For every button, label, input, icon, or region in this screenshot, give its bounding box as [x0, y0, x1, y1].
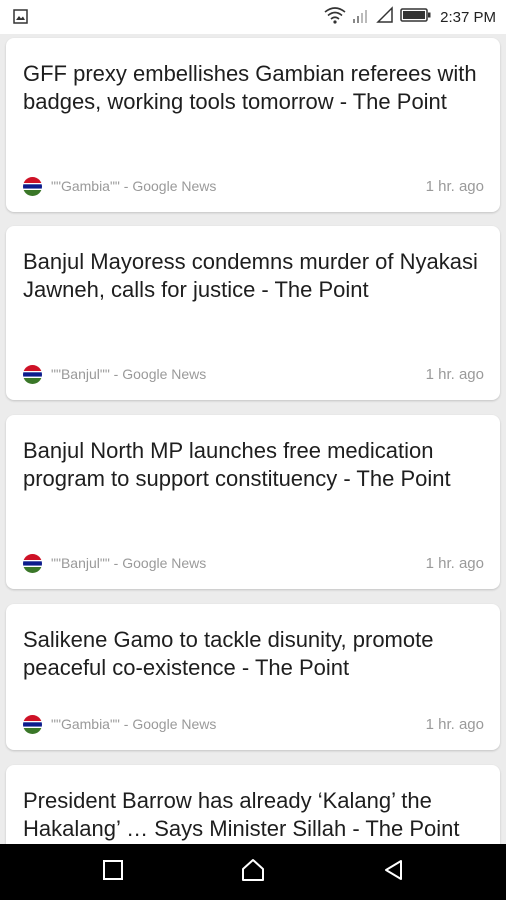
navigation-bar [0, 844, 506, 900]
recents-square-icon [102, 859, 124, 886]
news-card[interactable]: Banjul Mayoress condemns murder of Nyaka… [6, 226, 500, 400]
news-card-title[interactable]: GFF prexy embellishes Gambian referees w… [23, 60, 485, 116]
news-card-time: 1 hr. ago [425, 177, 484, 195]
recents-button[interactable] [99, 858, 127, 886]
news-card-title[interactable]: Salikene Gamo to tackle disunity, promot… [23, 626, 485, 682]
status-time: 2:37 PM [440, 8, 496, 26]
no-signal-icon [376, 5, 394, 29]
gambia-flag-icon [23, 553, 42, 573]
battery-icon [400, 7, 432, 28]
news-card-title[interactable]: Banjul Mayoress condemns murder of Nyaka… [23, 248, 485, 304]
news-card[interactable]: Salikene Gamo to tackle disunity, promot… [6, 604, 500, 750]
gambia-flag-icon [23, 364, 42, 384]
news-card-meta: ""Gambia"" - Google News 1 hr. ago [23, 176, 484, 196]
news-card-source: ""Gambia"" - Google News [51, 716, 217, 732]
news-card-source: ""Banjul"" - Google News [51, 555, 207, 571]
home-house-icon [240, 857, 266, 888]
gambia-flag-icon [23, 176, 42, 196]
image-notification-icon [13, 9, 28, 29]
wifi-icon [324, 6, 346, 29]
news-card[interactable]: President Barrow has already ‘Kalang’ th… [6, 765, 500, 844]
news-card-title[interactable]: President Barrow has already ‘Kalang’ th… [23, 787, 485, 843]
home-button[interactable] [239, 858, 267, 886]
news-card-source: ""Banjul"" - Google News [51, 366, 207, 382]
news-card[interactable]: GFF prexy embellishes Gambian referees w… [6, 38, 500, 212]
back-button[interactable] [380, 858, 408, 886]
news-feed[interactable]: GFF prexy embellishes Gambian referees w… [0, 34, 506, 844]
gambia-flag-icon [23, 714, 42, 734]
news-card[interactable]: Banjul North MP launches free medication… [6, 415, 500, 589]
back-triangle-icon [382, 858, 406, 887]
news-card-meta: ""Banjul"" - Google News 1 hr. ago [23, 553, 484, 573]
news-card-time: 1 hr. ago [425, 554, 484, 572]
news-card-time: 1 hr. ago [425, 715, 484, 733]
news-card-meta: ""Gambia"" - Google News 1 hr. ago [23, 714, 484, 734]
status-bar: 2:37 PM [0, 0, 506, 34]
news-card-title[interactable]: Banjul North MP launches free medication… [23, 437, 485, 493]
news-card-time: 1 hr. ago [425, 365, 484, 383]
signal-icon [352, 6, 370, 29]
news-card-meta: ""Banjul"" - Google News 1 hr. ago [23, 364, 484, 384]
news-card-source: ""Gambia"" - Google News [51, 178, 217, 194]
